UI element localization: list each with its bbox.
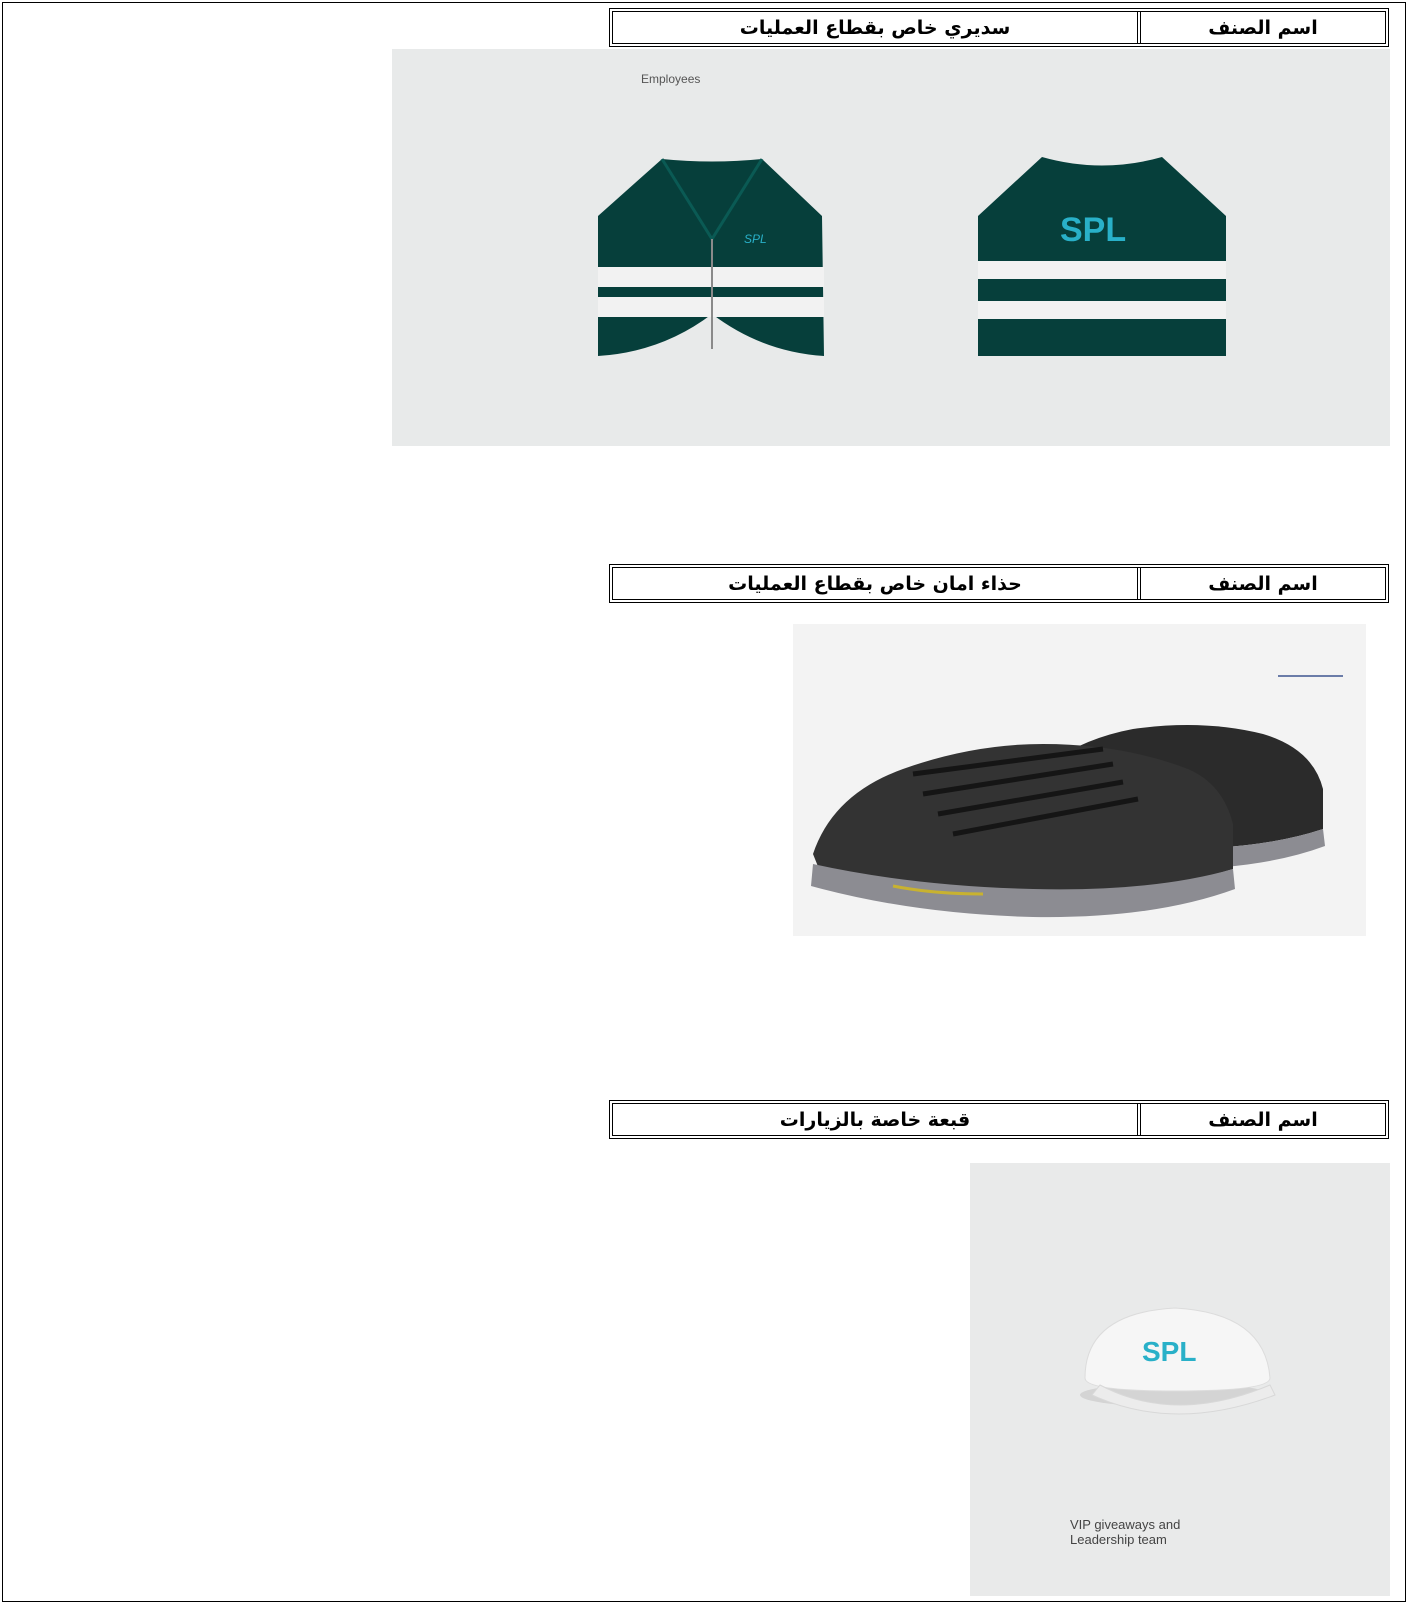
item-label-table: اسم الصنف قبعة خاصة بالزيارات — [609, 1100, 1389, 1139]
item-key-label: اسم الصنف — [1137, 568, 1385, 599]
spl-logo: SPL — [1060, 211, 1126, 249]
item-name: حذاء امان خاص بقطاع العمليات — [728, 572, 1022, 595]
item-label-table: اسم الصنف سديري خاص بقطاع العمليات — [609, 8, 1389, 47]
shoes-image — [793, 624, 1366, 936]
item-name: سديري خاص بقطاع العمليات — [739, 16, 1011, 39]
item-key-label: اسم الصنف — [1137, 12, 1385, 43]
image-caption: Employees — [641, 72, 701, 86]
cap-image: SPL VIP giveaways and Leadership team — [970, 1163, 1390, 1596]
spl-logo: SPL — [1142, 1336, 1196, 1367]
vest-image: Employees SPL SPL — [392, 49, 1390, 446]
safety-shoes-icon — [811, 675, 1343, 918]
safety-vest-icon: SPL SPL — [598, 157, 1226, 356]
item-key-label: اسم الصنف — [1137, 1104, 1385, 1135]
image-caption: VIP giveaways and Leadership team — [1070, 1517, 1181, 1547]
item-name: قبعة خاصة بالزيارات — [779, 1108, 971, 1131]
item-label-table: اسم الصنف حذاء امان خاص بقطاع العمليات — [609, 564, 1389, 603]
svg-text:SPL: SPL — [744, 232, 767, 246]
